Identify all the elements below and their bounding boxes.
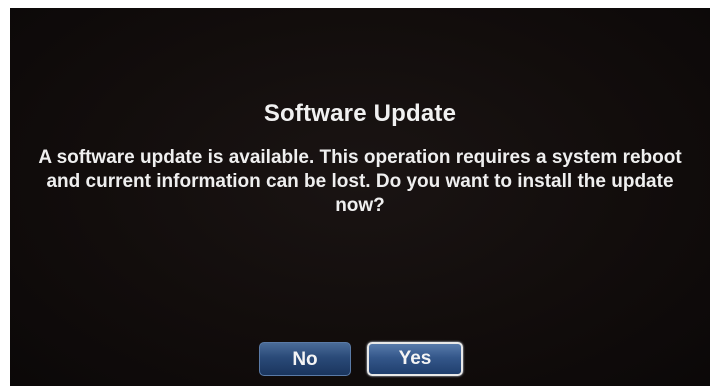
device-screen: Software Update A software update is ava… — [10, 8, 710, 386]
no-button[interactable]: No — [259, 342, 351, 376]
dialog-title: Software Update — [263, 100, 457, 127]
yes-button[interactable]: Yes — [367, 342, 463, 376]
device-bezel: Software Update A software update is ava… — [0, 0, 712, 389]
software-update-dialog: Software Update A software update is ava… — [10, 8, 710, 386]
dialog-message: A software update is available. This ope… — [38, 147, 682, 216]
dialog-button-row: No Yes — [10, 342, 710, 378]
